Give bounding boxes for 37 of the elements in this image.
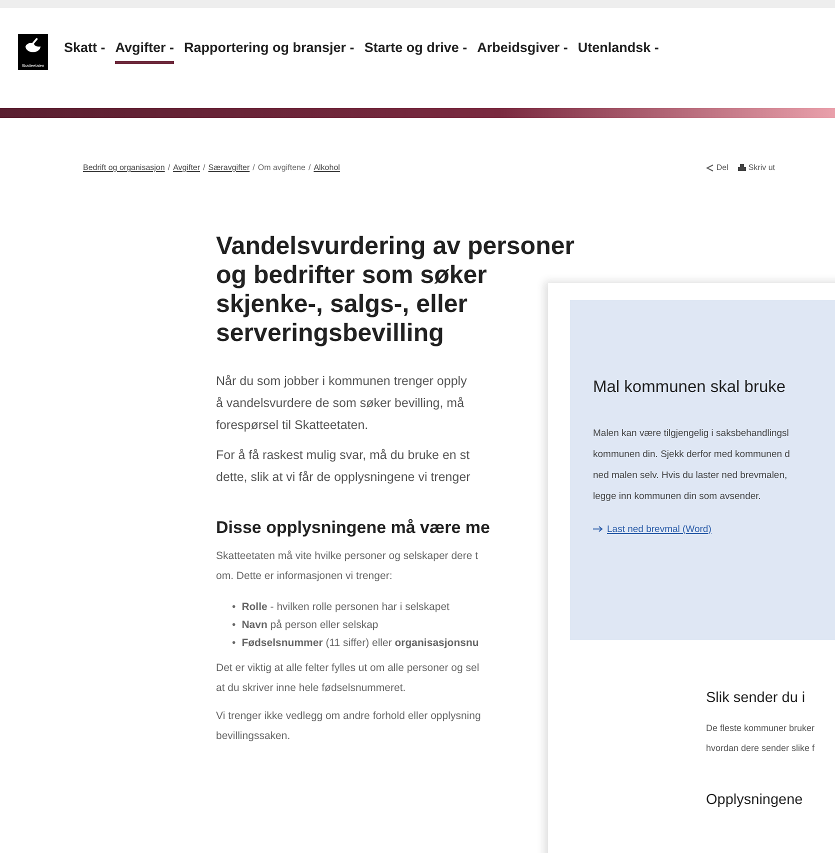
section-heading: Opplysningene bbox=[706, 792, 804, 808]
intro-paragraph: For å få raskest mulig svar, må du bruke en st dette, slik at vi får de opplysningene vi trenger bbox=[216, 447, 470, 486]
bullet-item: • Navn på person eller selskap bbox=[232, 618, 380, 633]
breadcrumb-separator: / bbox=[252, 163, 255, 172]
breadcrumb-link[interactable]: Særavgifter bbox=[208, 163, 250, 172]
section-paragraph: Skatteetaten må vite hvilke personer og selskaper dere t om. Dette er informasjonen vi trenger: bbox=[216, 549, 478, 584]
section-heading: Slik sender du i bbox=[706, 690, 806, 706]
logo-icon bbox=[23, 38, 43, 53]
bullet-item: • Fødselsnummer (11 siffer) eller organisasjonsnu bbox=[232, 636, 479, 651]
breadcrumb-separator: / bbox=[203, 163, 206, 172]
section-paragraph: Det er viktig at alle felter fylles ut om alle personer og sel at du skriver inne hele fødselsnummeret. bbox=[216, 661, 480, 696]
breadcrumb-link[interactable]: Bedrift og organisasjon bbox=[83, 163, 165, 172]
breadcrumb-text: Om avgiftene bbox=[258, 163, 306, 172]
page-title: Vandelsvurdering av personer og bedrifter som søker skjenke-, salgs-, eller serveringsbevilling bbox=[216, 232, 574, 349]
breadcrumb-link[interactable]: Alkohol bbox=[314, 163, 340, 172]
box-heading: Mal kommunen skal bruke bbox=[593, 378, 787, 397]
breadcrumb-separator: / bbox=[308, 163, 311, 172]
breadcrumb-link[interactable]: Avgifter bbox=[173, 163, 200, 172]
bullet-item: • Rolle - hvilken rolle personen har i selskapet bbox=[232, 600, 450, 615]
share-icon bbox=[706, 164, 714, 172]
arrow-icon bbox=[593, 526, 603, 532]
nav-tab[interactable]: Starte og drive - bbox=[364, 40, 468, 64]
print-link[interactable]: Skriv ut bbox=[738, 163, 775, 172]
intro-paragraph: Når du som jobber i kommunen trenger opply å vandelsvurdere de som søker bevilling, må forespørsel til Skatteetaten. bbox=[216, 373, 467, 434]
printer-icon bbox=[738, 164, 746, 172]
nav-tab[interactable]: Rapportering og bransjer - bbox=[184, 40, 354, 64]
download-link[interactable]: Last ned brevmal (Word) bbox=[593, 524, 712, 534]
box-paragraph: Malen kan være tilgjengelig i saksbehandlingsl kommunen din. Sjekk derfor med kommunen d ned malen selv. Hvis du laster ned brevmalen, legge inn kommunen din som avsender. bbox=[593, 427, 791, 504]
section-paragraph: De fleste kommuner bruker hvordan dere sender slike f bbox=[706, 722, 816, 755]
nav-tab[interactable]: Arbeidsgiver - bbox=[477, 40, 568, 64]
section-paragraph: Vi trenger ikke vedlegg om andre forhold eller opplysning bevillingssaken. bbox=[216, 709, 481, 744]
breadcrumb-separator: / bbox=[168, 163, 170, 172]
share-link[interactable]: Del bbox=[706, 163, 728, 172]
nav-tab[interactable]: Avgifter - bbox=[115, 40, 174, 64]
nav-tab[interactable]: Utenlandsk - bbox=[578, 40, 659, 64]
nav-tab[interactable]: Skatt - bbox=[64, 40, 106, 64]
section-heading: Disse opplysningene må være me bbox=[216, 518, 490, 538]
